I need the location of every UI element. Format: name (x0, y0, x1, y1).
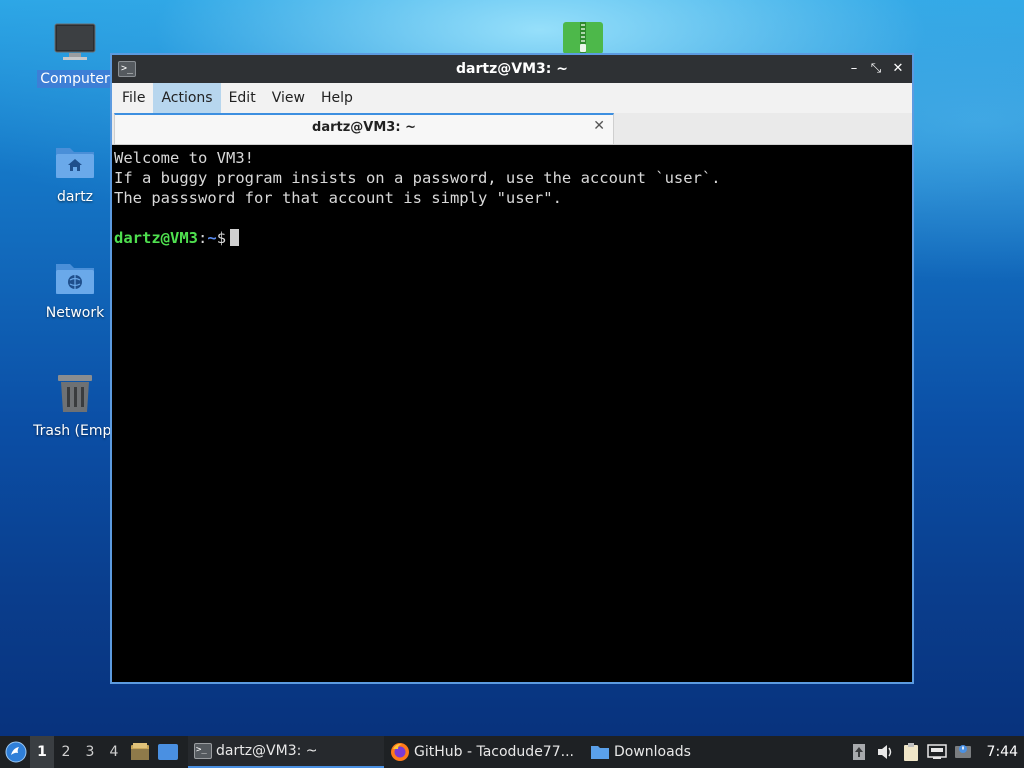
workspace-3[interactable]: 3 (78, 736, 102, 768)
menubar: File Actions Edit View Help (112, 83, 912, 113)
close-button[interactable]: ✕ (888, 59, 908, 79)
folder-icon (591, 746, 609, 759)
tab-terminal[interactable]: dartz@VM3: ~ ✕ (114, 113, 614, 144)
terminal-app-icon: >_ (118, 61, 136, 77)
firefox-icon (391, 743, 409, 761)
terminal-line: If a buggy program insists on a password… (114, 169, 721, 187)
menu-view[interactable]: View (264, 83, 313, 113)
prompt-separator: : (198, 229, 208, 247)
window-titlebar[interactable]: >_ dartz@VM3: ~ – ⤡ ✕ (112, 55, 912, 83)
task-firefox[interactable]: GitHub - Tacodude77... (384, 736, 584, 768)
desktop-icon-trash[interactable]: Trash (Empt (30, 372, 120, 440)
volume-icon[interactable] (875, 742, 895, 762)
trash-icon (30, 372, 120, 418)
menu-help[interactable]: Help (313, 83, 361, 113)
lubuntu-logo-icon (5, 741, 27, 763)
desktop-icon-label: Trash (Empt (33, 423, 117, 439)
clipboard-icon[interactable] (901, 742, 921, 762)
system-tray: 7:44 (849, 742, 1024, 762)
terminal-output[interactable]: Welcome to VM3! If a buggy program insis… (112, 146, 912, 682)
clock[interactable]: 7:44 (987, 744, 1018, 760)
network-status-icon[interactable] (926, 742, 947, 762)
menu-actions[interactable]: Actions (153, 83, 221, 113)
notification-icon[interactable] (953, 742, 973, 762)
minimize-button[interactable]: – (844, 59, 864, 79)
desktop-icon-home[interactable]: dartz (30, 140, 120, 206)
terminal-cursor (230, 229, 240, 246)
desktop-icon-label: Network (45, 305, 105, 321)
window-title: dartz@VM3: ~ (456, 61, 568, 77)
tab-title: dartz@VM3: ~ (312, 120, 416, 135)
task-label: Downloads (614, 744, 691, 760)
prompt-path: ~ (207, 229, 217, 247)
terminal-line: The passsword for that account is simply… (114, 189, 562, 207)
menu-edit[interactable]: Edit (221, 83, 264, 113)
network-folder-icon (30, 256, 120, 300)
file-manager-launcher[interactable] (126, 736, 154, 768)
terminal-icon: >_ (194, 743, 212, 759)
file-manager-icon (131, 743, 149, 760)
taskbar: 1 2 3 4 >_ dartz@VM3: ~ GitHub - Tacodud… (0, 736, 1024, 768)
archive-icon[interactable] (563, 22, 603, 54)
desktop-icon (158, 744, 178, 760)
tab-bar: dartz@VM3: ~ ✕ (112, 113, 912, 145)
desktop-icon-computer[interactable]: Computer (30, 22, 120, 88)
workspace-2[interactable]: 2 (54, 736, 78, 768)
start-menu-button[interactable] (2, 738, 30, 766)
menu-file[interactable]: File (114, 83, 153, 113)
terminal-prompt: dartz@VM3:~$ (114, 228, 910, 248)
tab-close-icon[interactable]: ✕ (593, 118, 605, 134)
desktop-icon-label: dartz (56, 189, 94, 205)
task-downloads[interactable]: Downloads (584, 736, 704, 768)
workspace-4[interactable]: 4 (102, 736, 126, 768)
maximize-button[interactable]: ⤡ (866, 59, 886, 79)
workspace-1[interactable]: 1 (30, 736, 54, 768)
prompt-user: dartz@VM3 (114, 229, 198, 247)
prompt-symbol: $ (216, 229, 227, 247)
task-label: GitHub - Tacodude77... (414, 744, 574, 760)
desktop-icon-network[interactable]: Network (30, 256, 120, 322)
computer-icon (30, 22, 120, 66)
task-label: dartz@VM3: ~ (216, 743, 318, 759)
show-desktop-button[interactable] (154, 736, 182, 768)
task-terminal[interactable]: >_ dartz@VM3: ~ (188, 736, 384, 768)
update-notifier-icon[interactable] (849, 742, 869, 762)
desktop-icon-label: Computer (37, 70, 113, 88)
terminal-line: Welcome to VM3! (114, 149, 254, 167)
terminal-window[interactable]: >_ dartz@VM3: ~ – ⤡ ✕ File Actions Edit … (110, 53, 914, 684)
home-folder-icon (30, 140, 120, 184)
